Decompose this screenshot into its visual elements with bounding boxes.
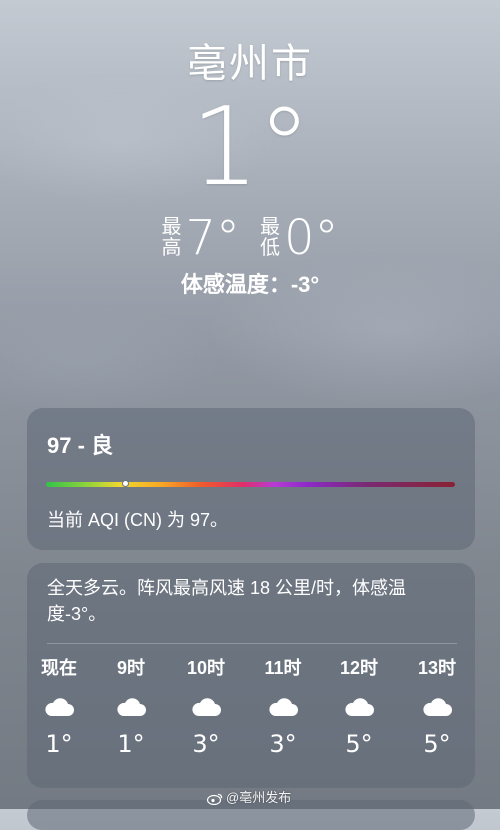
hour-label: 12时: [339, 658, 379, 678]
hourly-forecast-card[interactable]: 全天多云。阵风最高风速 18 公里/时，体感温度-3°。 现在 1° 9时 1°…: [27, 563, 475, 788]
aqi-indicator-dot: [122, 480, 130, 487]
hour-temperature: 1°: [117, 730, 145, 758]
cloud-icon: [423, 698, 452, 716]
cloud-icon: [269, 698, 298, 716]
watermark-text: @亳州发布: [226, 790, 292, 805]
forecast-divider: [47, 643, 457, 644]
cloud-icon: [345, 698, 374, 716]
hour-label: 现在: [41, 658, 77, 678]
aqi-scale-bar: [46, 480, 455, 487]
aqi-description: 当前 AQI (CN) 为 97。: [47, 510, 229, 530]
high-label: 最 高: [161, 216, 182, 259]
hour-temperature: 3°: [269, 730, 297, 758]
low-temperature: 0°: [284, 210, 339, 266]
hour-temperature: 1°: [45, 730, 73, 758]
hour-label: 9时: [116, 658, 145, 678]
cloud-icon: [117, 698, 146, 716]
hour-item[interactable]: 10时 3°: [176, 655, 236, 759]
hour-label: 10时: [186, 658, 226, 678]
air-quality-card[interactable]: 97 - 良 当前 AQI (CN) 为 97。: [27, 408, 475, 550]
hour-item[interactable]: 现在 1°: [29, 655, 89, 759]
hour-item[interactable]: 9时 1°: [101, 655, 161, 759]
hour-item[interactable]: 13时 5°: [407, 655, 467, 759]
hour-label: 11时: [264, 658, 302, 678]
hour-item[interactable]: 12时 5°: [329, 655, 389, 759]
cloud-icon: [192, 698, 221, 716]
forecast-summary: 全天多云。阵风最高风速 18 公里/时，体感温度-3°。: [47, 578, 407, 624]
feels-like-temperature: 体感温度：-3°: [180, 272, 320, 297]
low-temperature-group: 最 低 0°: [260, 212, 339, 264]
hour-item[interactable]: 11时 3°: [253, 655, 313, 759]
aqi-title: 97 - 良: [47, 433, 114, 458]
hour-label: 13时: [417, 658, 457, 678]
high-temperature-group: 最 高 7°: [161, 212, 240, 264]
high-temperature: 7°: [185, 210, 240, 266]
cloud-icon: [45, 698, 74, 716]
hourly-forecast-list: 现在 1° 9时 1° 10时 3° 11时 3° 12时 5° 13时 5°: [27, 655, 475, 775]
city-name: 亳州市: [187, 42, 313, 86]
hour-temperature: 5°: [345, 730, 373, 758]
hour-temperature: 3°: [192, 730, 220, 758]
high-low-temperatures: 最 高 7° 最 低 0°: [0, 212, 500, 264]
low-label: 最 低: [260, 216, 280, 259]
hour-temperature: 5°: [423, 730, 451, 758]
watermark: @亳州发布: [207, 789, 291, 807]
weibo-icon: [207, 793, 223, 805]
current-temperature: 1°: [190, 85, 312, 210]
